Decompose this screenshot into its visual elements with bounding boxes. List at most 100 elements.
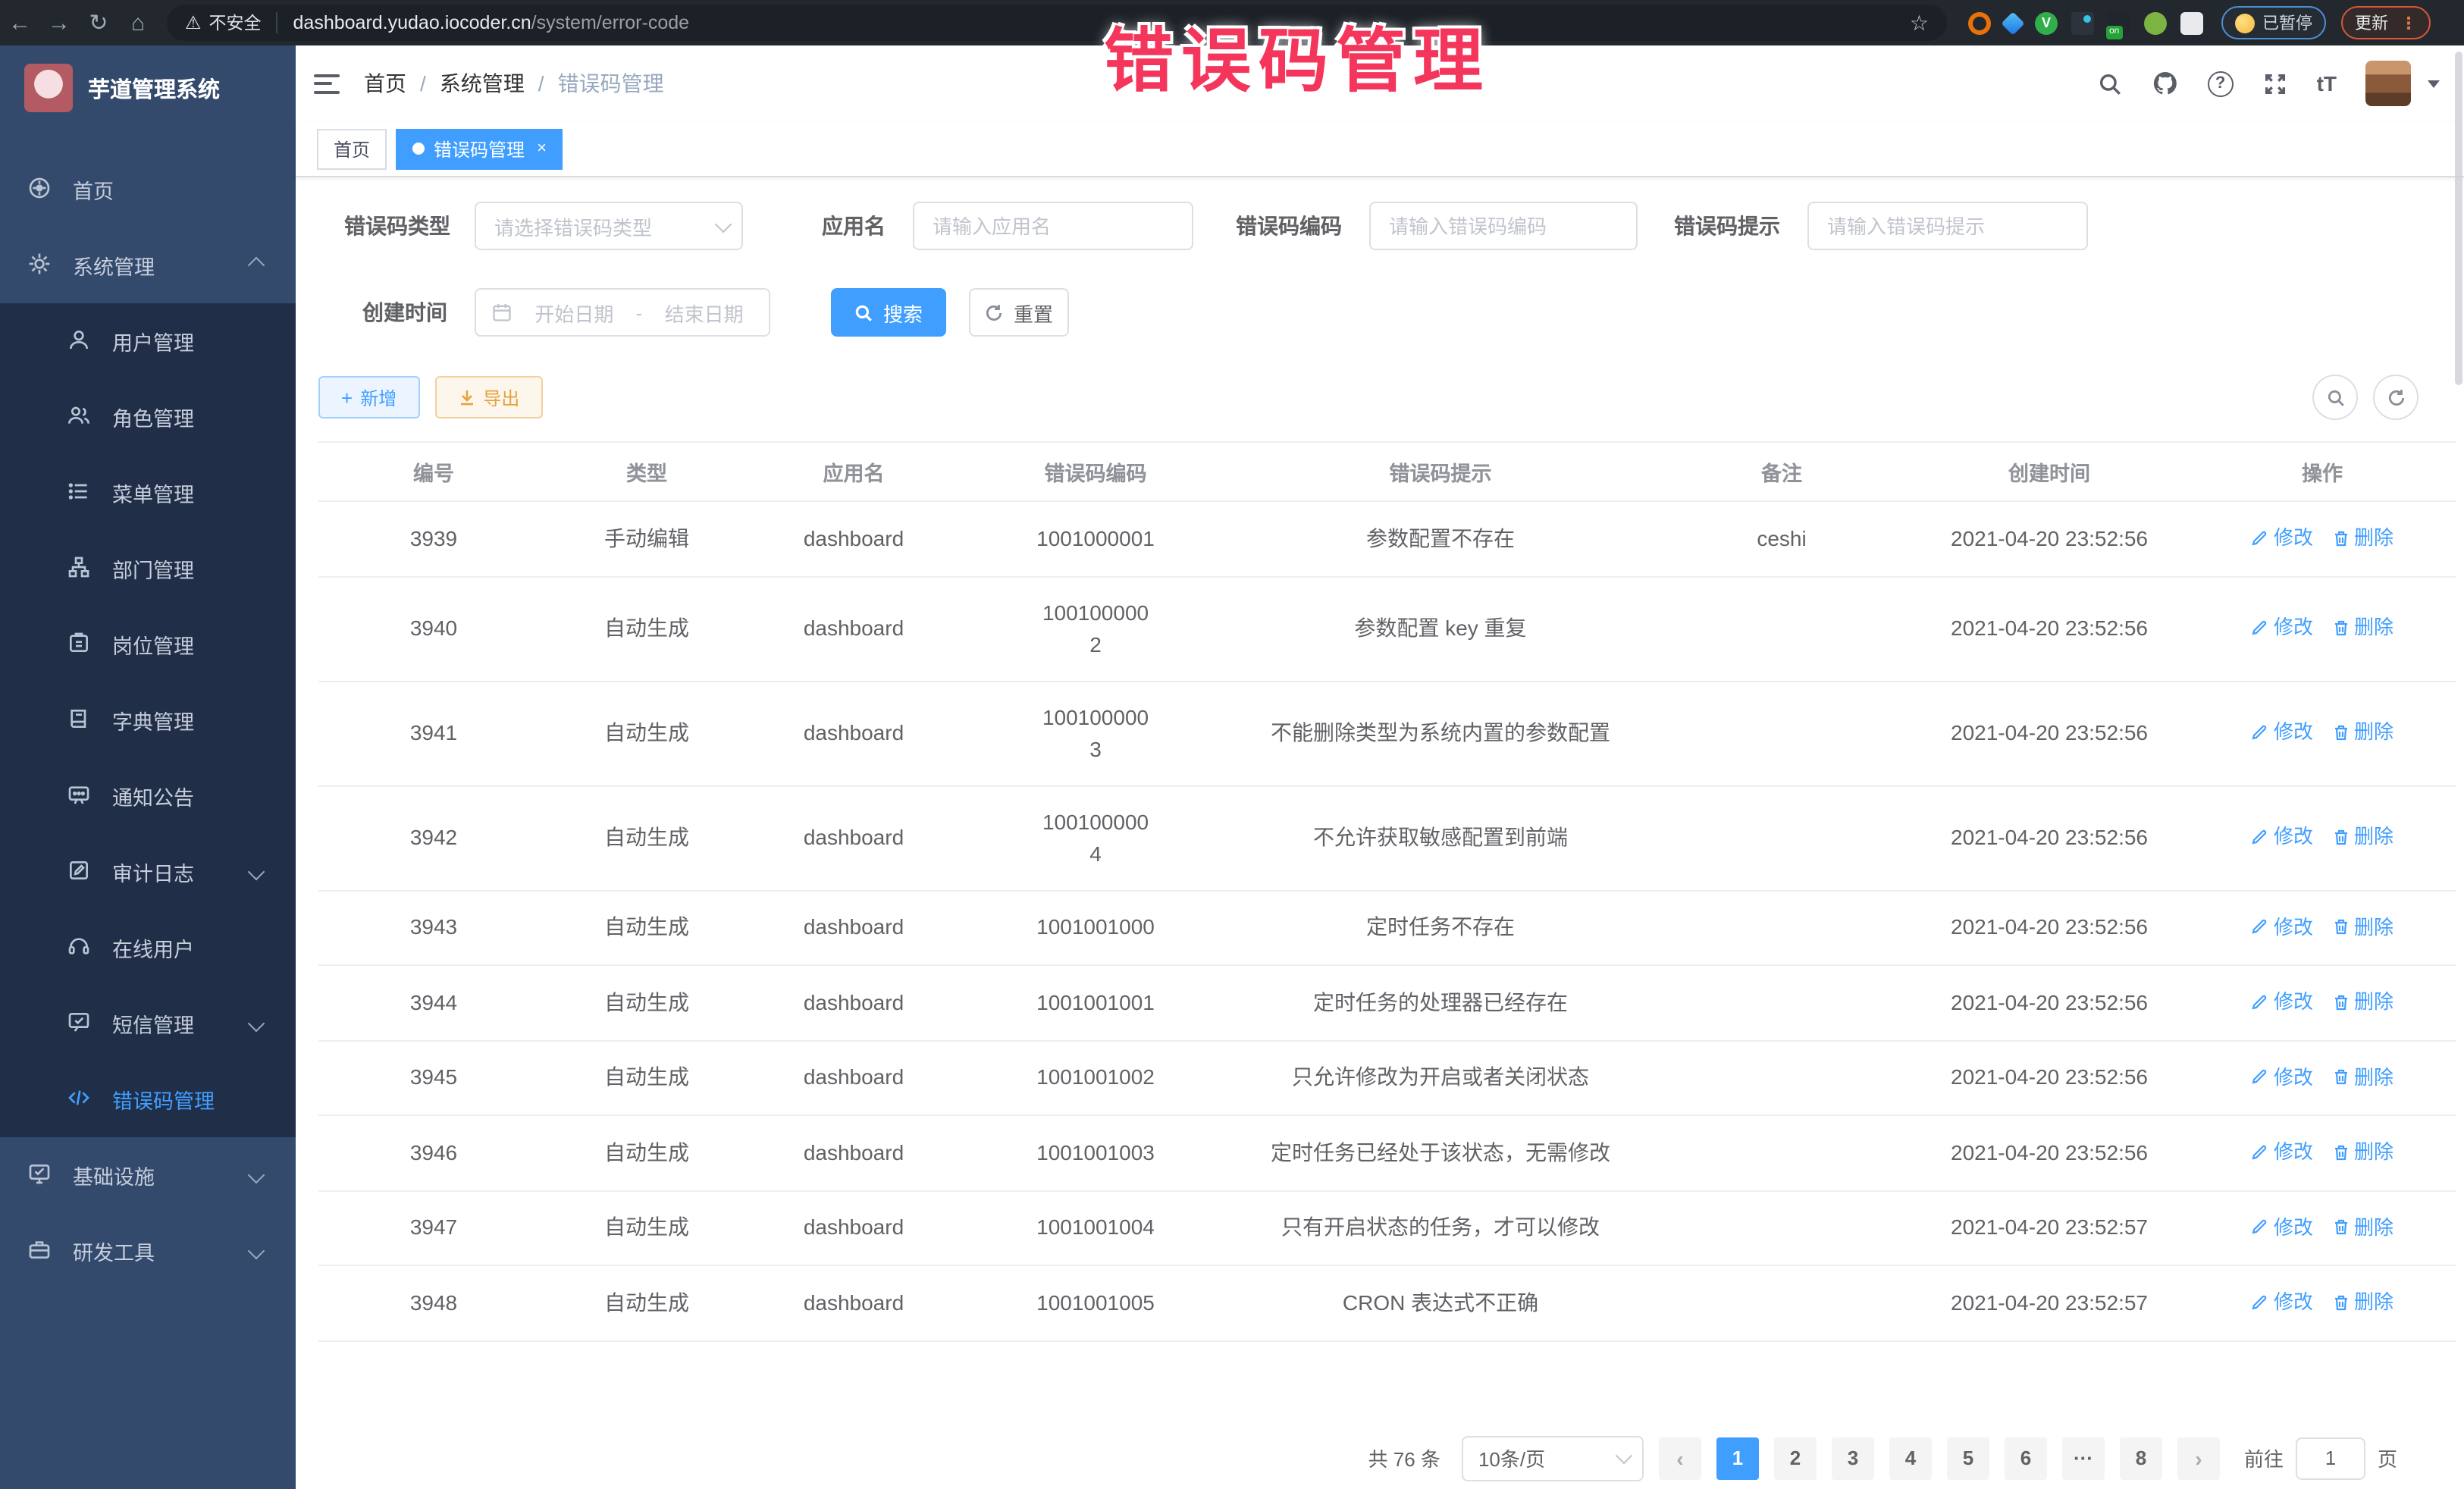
cell-code: 1001000001 bbox=[963, 501, 1228, 576]
page-button-2[interactable]: 2 bbox=[1774, 1437, 1817, 1479]
edit-link[interactable]: 修改 bbox=[2251, 911, 2313, 942]
green-v-icon[interactable]: V bbox=[2035, 11, 2058, 34]
hamburger-icon[interactable] bbox=[314, 74, 340, 93]
table-header-row: 编号类型应用名错误码编码错误码提示备注创建时间操作 bbox=[318, 442, 2456, 501]
edit-link[interactable]: 修改 bbox=[2251, 1286, 2313, 1318]
edit-link[interactable]: 修改 bbox=[2251, 821, 2313, 853]
export-button[interactable]: 导出 bbox=[434, 376, 542, 418]
star-icon[interactable]: ☆ bbox=[1910, 10, 1929, 36]
scrollbar-thumb[interactable] bbox=[2455, 52, 2462, 385]
page-size-select[interactable]: 10条/页 bbox=[1462, 1435, 1644, 1481]
caret-down-icon[interactable] bbox=[2428, 80, 2440, 87]
delete-link[interactable]: 删除 bbox=[2331, 522, 2393, 553]
sidebar-item-错误码管理[interactable]: 错误码管理 bbox=[0, 1061, 296, 1137]
cell-type: 自动生成 bbox=[549, 1190, 745, 1265]
security-warning[interactable]: ⚠ 不安全 bbox=[185, 11, 262, 35]
next-page-button[interactable]: › bbox=[2177, 1437, 2220, 1479]
paused-badge[interactable]: 已暂停 bbox=[2221, 6, 2326, 39]
font-size-icon[interactable]: tT bbox=[2317, 71, 2337, 96]
edit-link[interactable]: 修改 bbox=[2251, 1211, 2313, 1243]
type-select[interactable]: 请选择错误码类型 bbox=[475, 202, 743, 250]
msg-input[interactable] bbox=[1807, 202, 2088, 250]
help-icon[interactable]: ? bbox=[2208, 71, 2234, 96]
update-button[interactable]: 更新 ⋮ bbox=[2341, 6, 2431, 39]
app-input[interactable] bbox=[913, 202, 1193, 250]
filter-row-2: 创建时间 开始日期 - 结束日期 搜索 重置 bbox=[296, 288, 2464, 337]
page-button-8[interactable]: 8 bbox=[2120, 1437, 2162, 1479]
github-icon[interactable] bbox=[2152, 70, 2179, 97]
delete-link[interactable]: 删除 bbox=[2331, 716, 2393, 748]
edit-link[interactable]: 修改 bbox=[2251, 612, 2313, 644]
sidebar-item-审计日志[interactable]: 审计日志 bbox=[0, 834, 296, 910]
page-button-4[interactable]: 4 bbox=[1889, 1437, 1932, 1479]
tab-home[interactable]: 首页 bbox=[317, 128, 387, 169]
delete-link[interactable]: 删除 bbox=[2331, 1211, 2393, 1243]
code-input[interactable] bbox=[1369, 202, 1638, 250]
edit-link[interactable]: 修改 bbox=[2251, 716, 2313, 748]
more-pages-button[interactable]: ··· bbox=[2062, 1437, 2105, 1479]
home-icon[interactable]: ⌂ bbox=[118, 10, 158, 36]
switch-on-icon[interactable] bbox=[2108, 11, 2130, 34]
reload-icon[interactable]: ↻ bbox=[79, 9, 118, 36]
orange-ring-icon[interactable] bbox=[1968, 11, 1991, 34]
fullscreen-icon[interactable] bbox=[2262, 71, 2288, 96]
prev-page-button[interactable]: ‹ bbox=[1659, 1437, 1701, 1479]
dark-grid-icon[interactable] bbox=[2071, 11, 2094, 34]
add-button[interactable]: + 新增 bbox=[318, 376, 419, 418]
cell-time: 2021-04-20 23:52:57 bbox=[1911, 1265, 2188, 1340]
announcement-icon bbox=[67, 782, 94, 810]
delete-link[interactable]: 删除 bbox=[2331, 821, 2393, 853]
sidebar-item-部门管理[interactable]: 部门管理 bbox=[0, 531, 296, 607]
back-icon[interactable]: ← bbox=[0, 10, 39, 36]
breadcrumb-home[interactable]: 首页 bbox=[364, 68, 406, 99]
delete-link[interactable]: 删除 bbox=[2331, 1136, 2393, 1168]
tab-error-code[interactable]: 错误码管理 × bbox=[396, 128, 563, 169]
sidebar-item-研发工具[interactable]: 研发工具 bbox=[0, 1213, 296, 1289]
edit-link[interactable]: 修改 bbox=[2251, 1136, 2313, 1168]
sidebar-item-基础设施[interactable]: 基础设施 bbox=[0, 1137, 296, 1213]
cell-msg: 参数配置不存在 bbox=[1228, 501, 1653, 576]
search-button[interactable]: 搜索 bbox=[831, 288, 946, 337]
delete-link[interactable]: 删除 bbox=[2331, 986, 2393, 1017]
green-key-icon[interactable] bbox=[2144, 11, 2167, 34]
page-button-5[interactable]: 5 bbox=[1947, 1437, 1989, 1479]
sidebar-item-首页[interactable]: 首页 bbox=[0, 152, 296, 227]
delete-link[interactable]: 删除 bbox=[2331, 1061, 2393, 1092]
puzzle-icon[interactable] bbox=[2180, 11, 2203, 34]
avatar[interactable] bbox=[2365, 61, 2411, 106]
page-button-3[interactable]: 3 bbox=[1832, 1437, 1874, 1479]
url-bar[interactable]: ⚠ 不安全 dashboard.yudao.iocoder.cn/system/… bbox=[167, 5, 1947, 41]
forward-icon[interactable]: → bbox=[39, 10, 79, 36]
reset-button[interactable]: 重置 bbox=[969, 288, 1069, 337]
sidebar-item-系统管理[interactable]: 系统管理 bbox=[0, 227, 296, 303]
show-search-button[interactable] bbox=[2312, 375, 2358, 420]
sidebar-item-通知公告[interactable]: 通知公告 bbox=[0, 758, 296, 834]
cell-app: dashboard bbox=[745, 681, 963, 785]
refresh-icon bbox=[2386, 387, 2406, 407]
delete-link[interactable]: 删除 bbox=[2331, 911, 2393, 942]
breadcrumb-system[interactable]: 系统管理 bbox=[440, 68, 525, 99]
page-button-6[interactable]: 6 bbox=[2005, 1437, 2047, 1479]
sidebar-item-角色管理[interactable]: 角色管理 bbox=[0, 379, 296, 455]
menu-dots-icon[interactable]: ⋮ bbox=[2400, 13, 2417, 33]
cell-memo bbox=[1653, 1040, 1911, 1115]
sidebar-item-菜单管理[interactable]: 菜单管理 bbox=[0, 455, 296, 531]
page-button-1[interactable]: 1 bbox=[1716, 1437, 1759, 1479]
edit-link[interactable]: 修改 bbox=[2251, 986, 2313, 1017]
close-tab-icon[interactable]: × bbox=[537, 139, 547, 158]
delete-link[interactable]: 删除 bbox=[2331, 612, 2393, 644]
search-icon[interactable] bbox=[2097, 71, 2123, 96]
sidebar-item-字典管理[interactable]: 字典管理 bbox=[0, 682, 296, 758]
delete-link[interactable]: 删除 bbox=[2331, 1286, 2393, 1318]
sidebar-item-在线用户[interactable]: 在线用户 bbox=[0, 910, 296, 986]
sidebar-item-短信管理[interactable]: 短信管理 bbox=[0, 986, 296, 1061]
sidebar-item-用户管理[interactable]: 用户管理 bbox=[0, 303, 296, 379]
blue-gem-icon[interactable] bbox=[2001, 11, 2024, 34]
sidebar-item-岗位管理[interactable]: 岗位管理 bbox=[0, 607, 296, 682]
edit-link[interactable]: 修改 bbox=[2251, 522, 2313, 553]
refresh-button[interactable] bbox=[2373, 375, 2419, 420]
goto-page-input[interactable] bbox=[2296, 1437, 2365, 1479]
date-range-picker[interactable]: 开始日期 - 结束日期 bbox=[475, 288, 770, 337]
edit-link[interactable]: 修改 bbox=[2251, 1061, 2313, 1092]
sms-icon bbox=[67, 1010, 94, 1037]
